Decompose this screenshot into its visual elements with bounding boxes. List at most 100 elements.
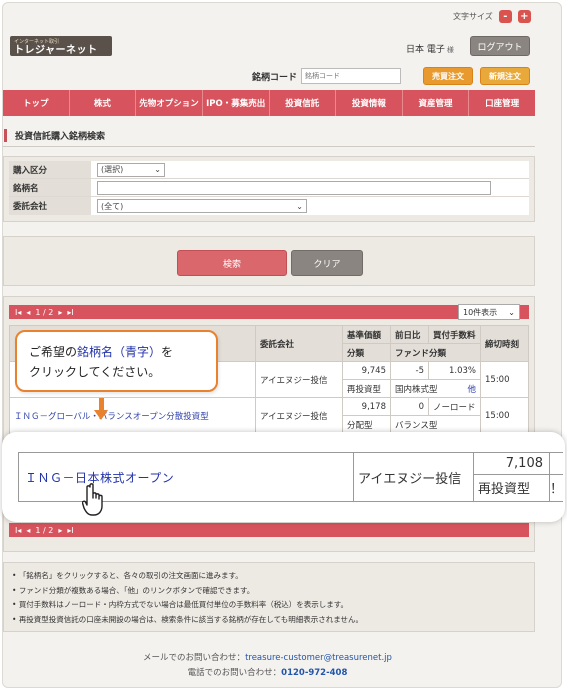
class-cell: 再投資型 xyxy=(342,379,391,398)
zoom-fund-name-link[interactable]: ＩＮＧ－日本株式オープン xyxy=(18,452,354,502)
trade-order-button[interactable]: 売買注文 xyxy=(423,67,473,85)
mail-link[interactable]: treasure-customer@treasurenet.jp xyxy=(245,653,392,663)
new-order-button[interactable]: 新規注文 xyxy=(480,67,530,85)
logo[interactable]: インターネット取引 トレジャーネット xyxy=(10,36,112,56)
clear-button[interactable]: クリア xyxy=(291,250,363,276)
nav-item-top[interactable]: トップ xyxy=(3,90,70,116)
page-title: 投資信託購入銘柄検索 xyxy=(4,129,105,142)
company-select[interactable]: (全て) ⌄ xyxy=(97,199,307,213)
hand-cursor-icon xyxy=(82,483,103,516)
font-size-control: 文字サイズ - + xyxy=(453,10,531,23)
page-indicator: 1 / 2 xyxy=(35,525,54,535)
user-suffix: 様 xyxy=(446,46,454,54)
last-page-icon[interactable]: ▸I xyxy=(67,526,73,535)
diff-cell: -5 xyxy=(390,361,429,380)
per-page-value: 10件表示 xyxy=(463,307,498,317)
purchase-type-value: (選択) xyxy=(101,165,124,174)
font-size-label: 文字サイズ xyxy=(453,12,493,21)
fee-cell: ノーロード xyxy=(428,397,481,416)
col-base-price: 基準価額 xyxy=(342,325,391,344)
user-name: 日本 電子様 xyxy=(406,42,454,55)
font-increase-button[interactable]: + xyxy=(517,10,531,23)
font-decrease-button[interactable]: - xyxy=(498,10,512,23)
footer: メールでのお問い合わせ：treasure-customer@treasurene… xyxy=(0,651,535,681)
pager-bottom: I◂ ◂ 1 / 2 ▸ ▸I xyxy=(9,523,529,537)
purchase-type-label: 購入区分 xyxy=(9,161,91,178)
last-page-icon[interactable]: ▸I xyxy=(67,308,73,317)
fee-cell: 1.03% xyxy=(428,361,481,380)
note-item: • 買付手数料はノーロード・内枠方式でない場合は最低買付単位の手数料率（税込）を… xyxy=(12,600,349,609)
nav-item-stocks[interactable]: 株式 xyxy=(70,90,137,116)
zoom-edge-cell: ！ xyxy=(549,473,563,503)
company-value: (全て) xyxy=(101,201,124,211)
nav-item-ipo[interactable]: IPO・募集売出 xyxy=(203,90,270,116)
button-bar: 検索 クリア xyxy=(3,236,535,286)
chevron-down-icon: ⌄ xyxy=(154,165,161,174)
page-indicator: 1 / 2 xyxy=(35,307,54,317)
stock-code-input[interactable] xyxy=(301,68,402,84)
fund-class-cell: バランス型 xyxy=(390,415,481,434)
zoom-type-cell: 再投資型 xyxy=(473,473,550,503)
next-page-icon[interactable]: ▸ xyxy=(58,526,62,535)
form-row-company: 委託会社 (全て) ⌄ xyxy=(9,197,529,215)
other-link[interactable]: 他 xyxy=(467,383,476,395)
diff-cell: 0 xyxy=(390,397,429,416)
chevron-down-icon: ⌄ xyxy=(508,307,515,317)
divider xyxy=(3,146,535,147)
callout-post: を xyxy=(161,345,174,359)
pager-top: I◂ ◂ 1 / 2 ▸ ▸I xyxy=(9,305,529,319)
company-label: 委託会社 xyxy=(9,197,91,215)
main-nav: トップ 株式 先物オプション IPO・募集売出 投資信託 投資情報 資産管理 口… xyxy=(3,90,535,116)
prev-page-icon[interactable]: ◂ xyxy=(26,308,30,317)
user-name-text: 日本 電子 xyxy=(406,45,445,55)
stock-code-bar: 銘柄コード xyxy=(252,68,402,84)
class-cell: 分配型 xyxy=(342,415,391,434)
col-company: 委託会社 xyxy=(255,325,343,362)
nav-item-investment-trust[interactable]: 投資信託 xyxy=(270,90,337,116)
next-page-icon[interactable]: ▸ xyxy=(58,308,62,317)
logo-subtitle: インターネット取引 xyxy=(14,39,60,45)
tel-label: 電話でのお問い合わせ： xyxy=(187,668,282,678)
fund-name-label: 銘柄名 xyxy=(9,179,91,196)
form-row-name: 銘柄名 xyxy=(9,179,529,197)
notes-panel: • 「銘柄名」をクリックすると、各々の取引の注文画面に進みます。 • ファンド分… xyxy=(3,562,535,632)
note-item: • 再投資型投資信託の口座未開設の場合は、検索条件に該当する銘柄が存在しても明細… xyxy=(12,614,363,624)
search-form: 購入区分 (選択) ⌄ 銘柄名 委託会社 (全て) ⌄ xyxy=(3,156,535,222)
prev-page-icon[interactable]: ◂ xyxy=(26,526,30,535)
col-class: 分類 xyxy=(342,343,391,362)
logout-button[interactable]: ログアウト xyxy=(470,36,530,56)
stock-code-label: 銘柄コード xyxy=(252,72,298,83)
callout-highlight: 銘柄名（青字） xyxy=(77,345,162,359)
nav-item-asset-management[interactable]: 資産管理 xyxy=(403,90,470,116)
fund-name-link[interactable]: ＩＮＧ－グローバル・バランスオープン分散投資型 xyxy=(9,397,256,434)
col-diff: 前日比 xyxy=(390,325,429,344)
tel-number: 0120-972-408 xyxy=(281,668,348,678)
mail-label: メールでのお問い合わせ： xyxy=(143,653,246,663)
nav-item-account-management[interactable]: 口座管理 xyxy=(469,90,535,116)
note-item: • 「銘柄名」をクリックすると、各々の取引の注文画面に進みます。 xyxy=(12,571,243,580)
deadline-cell: 15:00 xyxy=(480,361,529,398)
arrow-head-icon xyxy=(94,410,108,420)
first-page-icon[interactable]: I◂ xyxy=(15,526,21,535)
note-item: • ファンド分類が複数ある場合、「他」のリンクボタンで確認できます。 xyxy=(12,585,255,595)
search-button[interactable]: 検索 xyxy=(177,250,287,276)
price-cell: 9,745 xyxy=(342,361,391,380)
instruction-callout: ご希望の銘柄名（青字）を クリックしてください。 xyxy=(15,330,218,392)
zoom-company-cell: アイエヌジー投信 xyxy=(353,452,474,502)
callout-line2: クリックしてください。 xyxy=(29,365,161,379)
first-page-icon[interactable]: I◂ xyxy=(15,308,21,317)
fund-name-input[interactable] xyxy=(97,180,491,195)
purchase-type-select[interactable]: (選択) ⌄ xyxy=(97,162,165,177)
col-deadline: 締切時刻 xyxy=(480,325,529,362)
company-cell: アイエヌジー投信 xyxy=(255,361,343,398)
nav-item-investment-info[interactable]: 投資情報 xyxy=(336,90,403,116)
deadline-cell: 15:00 xyxy=(480,397,529,434)
form-row-purchase: 購入区分 (選択) ⌄ xyxy=(9,161,529,179)
per-page-select[interactable]: 10件表示 ⌄ xyxy=(458,304,520,320)
nav-item-futures-options[interactable]: 先物オプション xyxy=(136,90,203,116)
callout-pre: ご希望の xyxy=(29,345,78,359)
table-row: ＩＮＧ－グローバル・バランスオープン分散投資型 アイエヌジー投信 9,178 0… xyxy=(9,397,529,434)
col-fee: 買付手数料 xyxy=(428,325,481,344)
fund-class-cell: 国内株式型 xyxy=(395,384,438,395)
company-cell: アイエヌジー投信 xyxy=(255,397,343,434)
